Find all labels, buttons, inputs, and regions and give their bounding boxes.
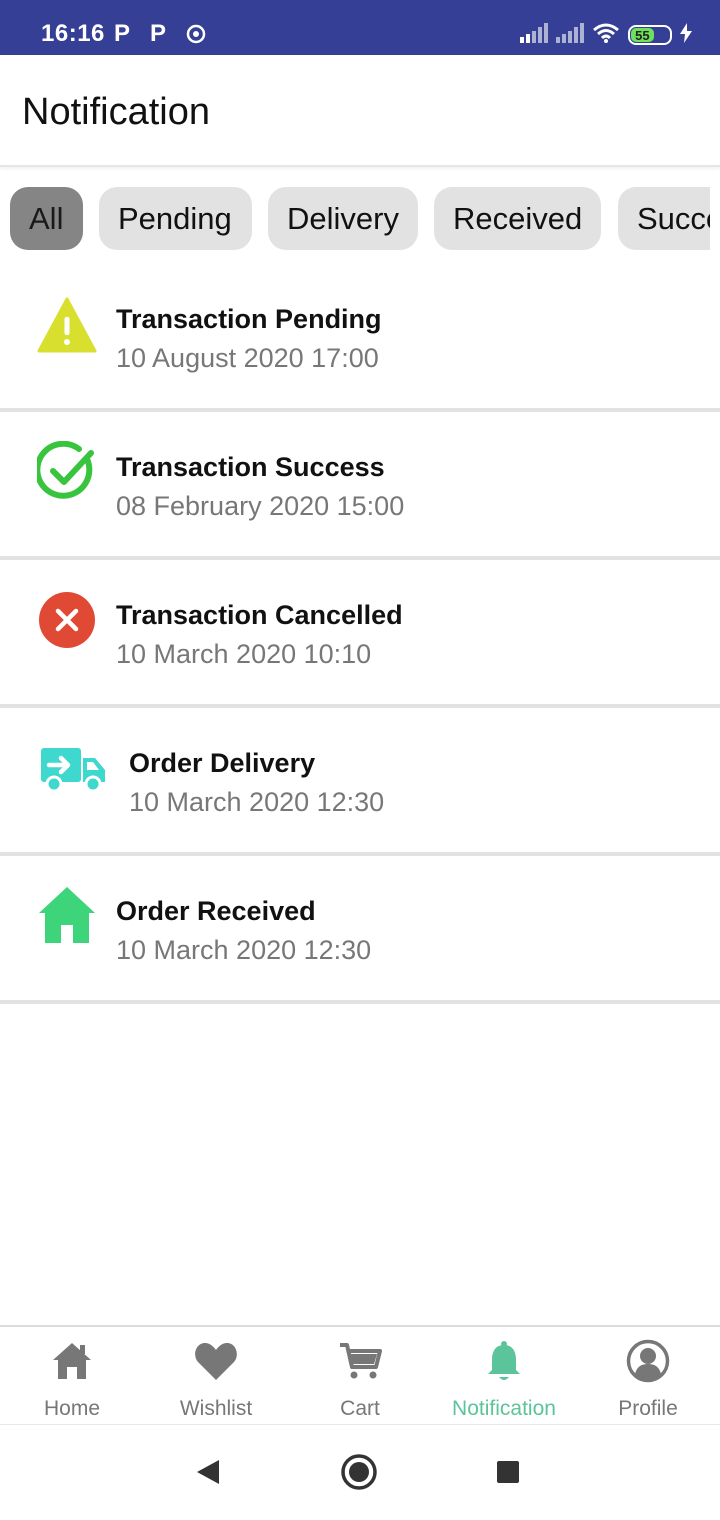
bottom-nav: Home Wishlist Cart Notification Profile — [0, 1325, 720, 1425]
nav-item-wishlist[interactable]: Wishlist — [144, 1327, 288, 1425]
check-circle-icon — [36, 440, 98, 502]
filter-chip-received[interactable]: Received — [434, 187, 601, 250]
notification-date: 10 March 2020 10:10 — [116, 639, 372, 669]
nav-label: Wishlist — [179, 1397, 253, 1420]
nav-item-cart[interactable]: Cart — [288, 1327, 432, 1425]
notification-title: Order Received — [116, 896, 316, 926]
nav-item-profile[interactable]: Profile — [576, 1327, 720, 1425]
list-item[interactable]: Transaction Cancelled 10 March 2020 10:1… — [0, 560, 720, 708]
notification-date: 10 March 2020 12:30 — [116, 935, 372, 965]
home-icon — [50, 1339, 94, 1383]
nav-label: Profile — [618, 1397, 678, 1420]
notification-date: 08 February 2020 15:00 — [116, 491, 405, 521]
notification-title: Transaction Cancelled — [116, 600, 403, 630]
app-bar: Notification — [0, 55, 720, 167]
notification-title: Order Delivery — [129, 748, 316, 778]
filter-chips: All Pending Delivery Received Success — [0, 187, 710, 251]
cancel-icon — [36, 589, 98, 651]
house-icon — [36, 884, 98, 946]
wifi-icon — [592, 22, 620, 49]
filter-chip-delivery[interactable]: Delivery — [268, 187, 418, 250]
notification-date: 10 March 2020 12:30 — [129, 787, 385, 817]
status-indicators: 55 — [520, 20, 692, 50]
nav-label: Cart — [340, 1397, 380, 1420]
charging-icon — [680, 22, 692, 48]
battery-level: 55 — [631, 28, 654, 43]
filter-chip-success[interactable]: Success — [618, 187, 710, 250]
cart-icon — [338, 1339, 382, 1383]
warning-icon — [36, 294, 98, 356]
list-item[interactable]: Transaction Pending 10 August 2020 17:00 — [0, 264, 720, 412]
notification-title: Transaction Pending — [116, 304, 382, 334]
nav-item-notification[interactable]: Notification — [432, 1327, 576, 1425]
status-bar: 16:16 P P 55 — [0, 0, 720, 55]
parking-notification-icon: P — [150, 20, 167, 47]
home-button-icon[interactable] — [339, 1452, 379, 1492]
delivery-truck-icon — [38, 738, 108, 800]
notification-date: 10 August 2020 17:00 — [116, 343, 379, 373]
filter-chip-pending[interactable]: Pending — [99, 187, 252, 250]
heart-icon — [194, 1339, 238, 1383]
bell-icon — [482, 1339, 526, 1383]
nav-label: Home — [43, 1397, 101, 1420]
notification-title: Transaction Success — [116, 452, 385, 482]
signal-icon — [556, 22, 584, 48]
nav-item-home[interactable]: Home — [0, 1327, 144, 1425]
signal-icon — [520, 22, 548, 48]
sync-icon — [186, 24, 206, 49]
list-item[interactable]: Transaction Success 08 February 2020 15:… — [0, 412, 720, 560]
back-icon[interactable] — [188, 1452, 228, 1492]
list-item[interactable]: Order Delivery 10 March 2020 12:30 — [0, 708, 720, 856]
parking-notification-icon: P — [114, 20, 131, 47]
profile-icon — [626, 1339, 670, 1383]
status-time: 16:16 — [41, 20, 105, 47]
battery-icon: 55 — [628, 25, 672, 45]
recents-icon[interactable] — [488, 1452, 528, 1492]
list-item[interactable]: Order Received 10 March 2020 12:30 — [0, 856, 720, 1004]
system-nav-bar — [0, 1426, 720, 1520]
page-title: Notification — [22, 91, 210, 133]
filter-chip-all[interactable]: All — [10, 187, 83, 250]
nav-label: Notification — [452, 1397, 556, 1420]
